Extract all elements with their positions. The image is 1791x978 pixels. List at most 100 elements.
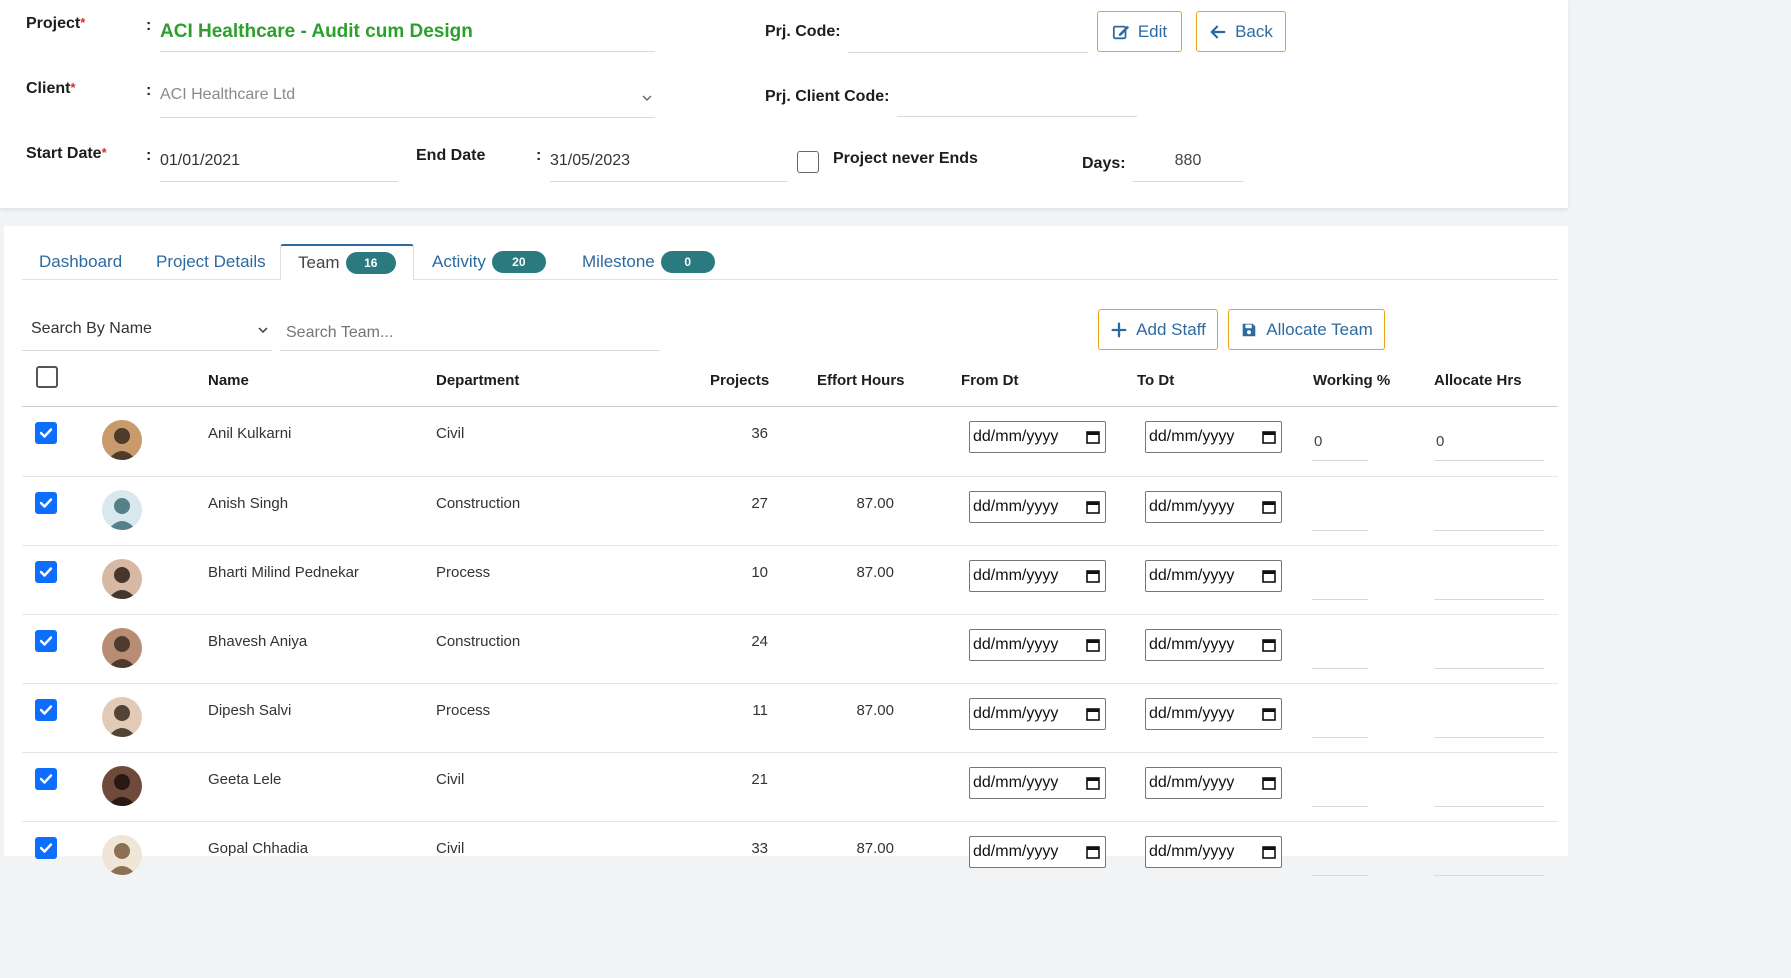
client-select[interactable]: ACI Healthcare Ltd (160, 86, 655, 118)
select-all-checkbox[interactable] (36, 366, 58, 388)
date-placeholder: dd/mm/yyyy (973, 636, 1059, 653)
row-checkbox[interactable] (35, 837, 57, 859)
header-department[interactable]: Department (436, 372, 519, 389)
never-ends-checkbox[interactable] (797, 151, 819, 173)
calendar-icon[interactable] (1261, 499, 1277, 515)
working-percent-input[interactable] (1312, 836, 1368, 876)
calendar-icon[interactable] (1085, 706, 1101, 722)
from-date-input[interactable]: dd/mm/yyyy (969, 698, 1106, 730)
calendar-icon[interactable] (1261, 568, 1277, 584)
row-checkbox[interactable] (35, 561, 57, 583)
working-percent-input[interactable] (1312, 560, 1368, 600)
tab-milestone[interactable]: Milestone 0 (582, 244, 715, 280)
allocate-hrs-input[interactable] (1434, 767, 1544, 807)
tab-label: Project Details (156, 252, 266, 271)
prj-client-code-field[interactable] (897, 86, 1137, 117)
calendar-icon[interactable] (1085, 844, 1101, 860)
search-team-input[interactable] (280, 310, 660, 351)
add-staff-button[interactable]: Add Staff (1098, 309, 1218, 350)
working-percent-input[interactable]: 0 (1312, 421, 1368, 461)
header-name[interactable]: Name (208, 372, 249, 389)
start-date-field[interactable]: 01/01/2021 (160, 152, 398, 182)
row-checkbox[interactable] (35, 630, 57, 652)
row-checkbox[interactable] (35, 492, 57, 514)
header-allocate-hrs[interactable]: Allocate Hrs (1434, 372, 1522, 389)
check-icon (39, 843, 53, 853)
row-checkbox[interactable] (35, 699, 57, 721)
tab-team[interactable]: Team 16 (280, 244, 414, 281)
allocate-hrs-input[interactable] (1434, 698, 1544, 738)
client-value: ACI Healthcare Ltd (160, 86, 296, 103)
to-date-input[interactable]: dd/mm/yyyy (1145, 767, 1282, 799)
end-date-field[interactable]: 31/05/2023 (550, 152, 788, 182)
calendar-icon[interactable] (1261, 844, 1277, 860)
header-projects[interactable]: Projects (710, 372, 769, 389)
to-date-input[interactable]: dd/mm/yyyy (1145, 491, 1282, 523)
tab-activity[interactable]: Activity 20 (432, 244, 546, 280)
staff-name: Dipesh Salvi (208, 702, 292, 719)
staff-department: Process (436, 702, 491, 719)
back-button[interactable]: Back (1196, 11, 1286, 52)
from-date-input[interactable]: dd/mm/yyyy (969, 836, 1106, 868)
to-date-input[interactable]: dd/mm/yyyy (1145, 560, 1282, 592)
edit-button[interactable]: Edit (1097, 11, 1182, 52)
search-by-select[interactable]: Search By Name (22, 310, 272, 351)
to-date-input[interactable]: dd/mm/yyyy (1145, 698, 1282, 730)
calendar-icon[interactable] (1261, 637, 1277, 653)
allocate-hrs-input[interactable] (1434, 491, 1544, 531)
prj-code-field[interactable] (848, 22, 1088, 53)
calendar-icon[interactable] (1085, 568, 1101, 584)
from-date-input[interactable]: dd/mm/yyyy (969, 629, 1106, 661)
header-working-percent[interactable]: Working % (1313, 372, 1390, 389)
prj-code-label: Prj. Code: (765, 23, 841, 40)
working-percent-input[interactable] (1312, 629, 1368, 669)
tab-dashboard[interactable]: Dashboard (39, 244, 122, 280)
calendar-icon[interactable] (1085, 637, 1101, 653)
calendar-icon[interactable] (1085, 499, 1101, 515)
working-percent-input[interactable] (1312, 491, 1368, 531)
to-date-input[interactable]: dd/mm/yyyy (1145, 836, 1282, 868)
from-date-input[interactable]: dd/mm/yyyy (969, 421, 1106, 453)
avatar (102, 766, 142, 806)
to-date-input[interactable]: dd/mm/yyyy (1145, 421, 1282, 453)
staff-department: Process (436, 564, 491, 581)
calendar-icon[interactable] (1085, 429, 1101, 445)
header-effort-hours[interactable]: Effort Hours (817, 372, 905, 389)
tab-label: Team (298, 253, 340, 272)
person-icon (108, 774, 136, 806)
row-checkbox[interactable] (35, 768, 57, 790)
tab-project-details[interactable]: Project Details (156, 244, 266, 280)
allocate-team-button[interactable]: Allocate Team (1228, 309, 1385, 350)
to-date-input[interactable]: dd/mm/yyyy (1145, 629, 1282, 661)
project-name-field[interactable]: ACI Healthcare - Audit cum Design (160, 21, 655, 52)
allocate-hrs-input[interactable] (1434, 836, 1544, 876)
date-placeholder: dd/mm/yyyy (1149, 705, 1235, 722)
calendar-icon[interactable] (1261, 429, 1277, 445)
working-percent-input[interactable] (1312, 698, 1368, 738)
from-date-input[interactable]: dd/mm/yyyy (969, 767, 1106, 799)
date-placeholder: dd/mm/yyyy (1149, 567, 1235, 584)
days-label: Days: (1082, 155, 1126, 172)
arrow-left-icon (1210, 25, 1226, 38)
from-date-input[interactable]: dd/mm/yyyy (969, 560, 1106, 592)
staff-projects: 33 (751, 840, 768, 857)
row-checkbox[interactable] (35, 422, 57, 444)
from-date-input[interactable]: dd/mm/yyyy (969, 491, 1106, 523)
calendar-icon[interactable] (1261, 775, 1277, 791)
working-percent-input[interactable] (1312, 767, 1368, 807)
staff-department: Civil (436, 771, 465, 788)
calendar-icon[interactable] (1261, 706, 1277, 722)
staff-department: Civil (436, 840, 465, 857)
team-count-badge: 16 (345, 252, 396, 274)
allocate-hrs-input[interactable]: 0 (1434, 421, 1544, 461)
project-header: Project* : ACI Healthcare - Audit cum De… (0, 0, 1568, 208)
allocate-hrs-input[interactable] (1434, 560, 1544, 600)
avatar (102, 835, 142, 875)
staff-name: Bhavesh Aniya (208, 633, 308, 650)
staff-name: Anil Kulkarni (208, 425, 292, 442)
header-from-dt[interactable]: From Dt (961, 372, 1019, 389)
header-to-dt[interactable]: To Dt (1137, 372, 1174, 389)
staff-projects: 24 (751, 633, 768, 650)
allocate-hrs-input[interactable] (1434, 629, 1544, 669)
calendar-icon[interactable] (1085, 775, 1101, 791)
